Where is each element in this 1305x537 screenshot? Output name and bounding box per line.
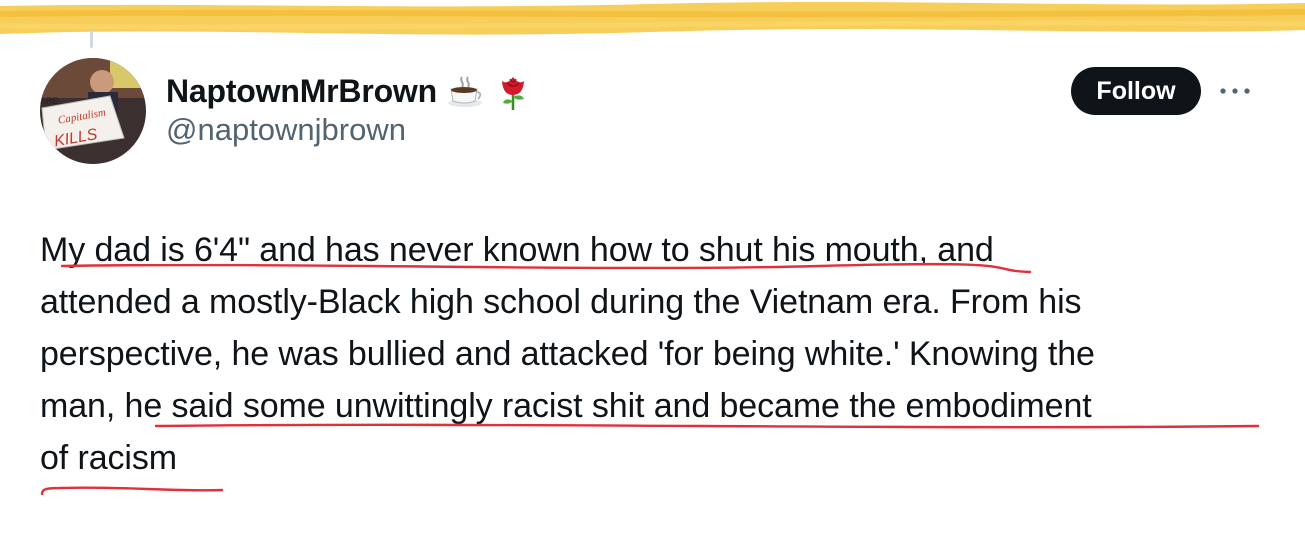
- follow-button[interactable]: Follow: [1071, 67, 1201, 115]
- rose-icon: [501, 77, 524, 110]
- author-handle[interactable]: @naptownjbrown: [166, 112, 406, 148]
- underline-annotation: [40, 486, 224, 496]
- yellow-highlight-annotation: [0, 2, 1305, 35]
- svg-text:ARE: ARE: [40, 96, 59, 106]
- tweet-line: perspective, he was bullied and attacked…: [40, 335, 1095, 373]
- more-horizontal-icon[interactable]: [1215, 78, 1255, 104]
- author-name-row[interactable]: NaptownMrBrown: [166, 70, 533, 112]
- tweet-line: attended a mostly-Black high school duri…: [40, 283, 1082, 321]
- avatar-image: Capitalism KILLS ARE: [40, 58, 146, 164]
- hot-beverage-icon: [447, 76, 482, 107]
- tweet-line: My dad is 6'4" and has never known how t…: [40, 231, 994, 269]
- tweet-line: of racism: [40, 439, 178, 477]
- thread-connector-line: [90, 30, 93, 48]
- tweet-line: man, he said some unwittingly racist shi…: [40, 387, 1092, 425]
- display-name[interactable]: NaptownMrBrown: [166, 73, 437, 110]
- tweet-text: My dad is 6'4" and has never known how t…: [40, 224, 1270, 484]
- avatar[interactable]: Capitalism KILLS ARE: [40, 58, 146, 164]
